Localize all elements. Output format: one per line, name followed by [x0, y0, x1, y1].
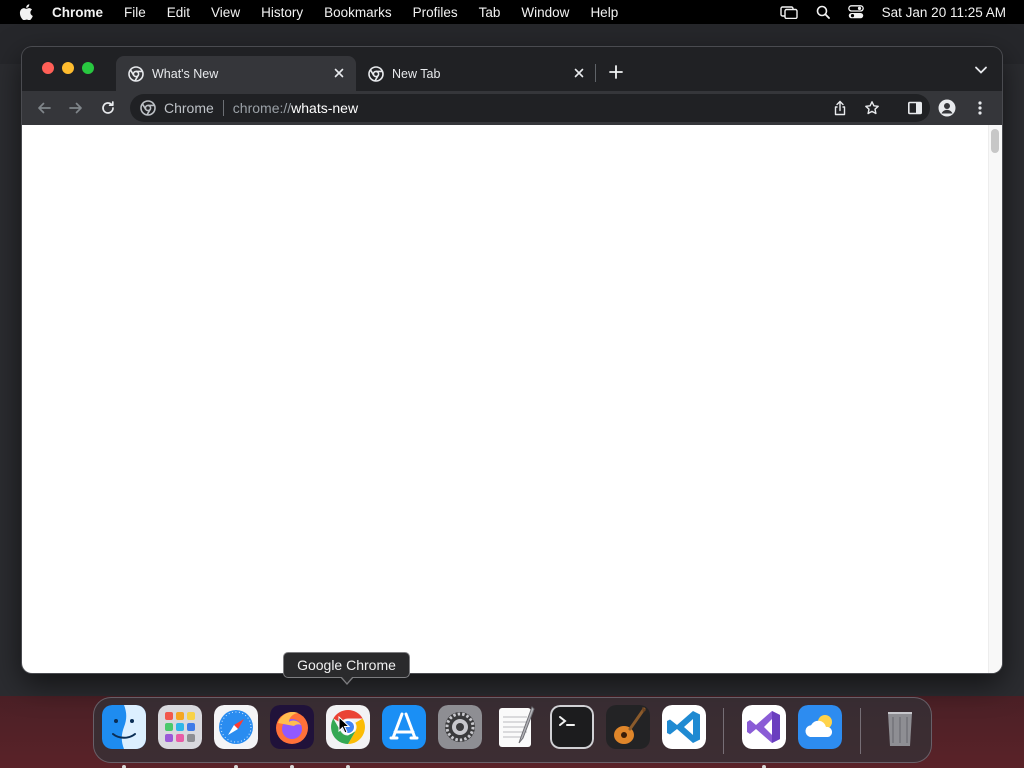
dock-item-system-settings[interactable] — [438, 705, 482, 749]
menu-tab[interactable]: Tab — [479, 5, 501, 20]
garageband-icon — [606, 705, 650, 749]
spotlight-search-icon[interactable] — [816, 5, 830, 19]
chrome-favicon-icon — [128, 65, 144, 82]
tab-new-tab[interactable]: New Tab — [356, 56, 596, 91]
dock-tooltip-arrow — [340, 676, 354, 685]
site-chip-label: Chrome — [164, 100, 214, 116]
menu-app-name[interactable]: Chrome — [52, 5, 103, 20]
side-panel-icon — [907, 101, 922, 115]
visual-studio-icon — [742, 705, 786, 749]
menu-window[interactable]: Window — [521, 5, 569, 20]
scrollbar[interactable] — [988, 125, 1002, 673]
dock-item-visual-studio[interactable] — [742, 705, 786, 768]
star-icon — [865, 101, 879, 115]
chrome-menu-button[interactable] — [970, 98, 990, 118]
dock-item-firefox[interactable] — [270, 705, 314, 768]
menu-profiles[interactable]: Profiles — [413, 5, 458, 20]
menu-edit[interactable]: Edit — [167, 5, 190, 20]
window-zoom-button[interactable] — [82, 62, 94, 74]
scrollbar-thumb[interactable] — [991, 129, 999, 153]
dock-item-weather[interactable] — [798, 705, 842, 749]
reload-icon — [102, 101, 114, 114]
dock — [93, 697, 932, 768]
reload-button[interactable] — [98, 98, 118, 118]
apple-icon — [19, 4, 33, 20]
apple-menu[interactable] — [0, 4, 52, 20]
tab-close-icon[interactable] — [572, 66, 586, 80]
control-center-icon[interactable] — [847, 5, 864, 19]
url-scheme: chrome:// — [232, 100, 292, 116]
app-store-icon — [382, 705, 426, 749]
dock-item-app-store[interactable] — [382, 705, 426, 749]
menu-bookmarks[interactable]: Bookmarks — [324, 5, 392, 20]
menu-view[interactable]: View — [211, 5, 240, 20]
screen-mirroring-icon[interactable] — [779, 5, 798, 19]
mouse-cursor-icon — [338, 716, 350, 734]
chrome-favicon-icon — [368, 65, 384, 82]
forward-button[interactable] — [66, 98, 86, 118]
tab-title: What's New — [152, 66, 219, 81]
finder-icon — [102, 705, 146, 749]
share-icon — [834, 100, 846, 116]
dock-item-terminal[interactable] — [550, 705, 594, 749]
dock-divider — [723, 708, 724, 754]
page-content[interactable] — [22, 125, 1002, 673]
dock-item-safari[interactable] — [214, 705, 258, 768]
dock-item-textedit[interactable] — [494, 705, 538, 749]
tab-close-icon[interactable] — [332, 66, 346, 80]
browser-toolbar: Chrome chrome://whats-new — [22, 91, 1002, 125]
profile-button[interactable] — [937, 98, 957, 118]
dock-item-garageband[interactable] — [606, 705, 650, 749]
back-button[interactable] — [34, 98, 54, 118]
share-button[interactable] — [830, 98, 850, 118]
menu-file[interactable]: File — [124, 5, 146, 20]
chrome-site-icon[interactable] — [140, 100, 156, 116]
menu-bar: Chrome File Edit View History Bookmarks … — [0, 0, 1024, 24]
address-bar[interactable]: Chrome chrome://whats-new — [130, 94, 930, 122]
plus-icon — [609, 65, 623, 79]
weather-icon — [798, 705, 842, 749]
back-arrow-icon — [38, 102, 51, 114]
trash-icon — [878, 705, 922, 749]
dock-tooltip: Google Chrome — [283, 652, 410, 678]
side-panel-button[interactable] — [905, 98, 925, 118]
profile-avatar-icon — [938, 99, 956, 117]
dock-item-visual-studio-code[interactable] — [662, 705, 706, 749]
safari-icon — [214, 705, 258, 749]
tab-title: New Tab — [392, 66, 441, 81]
launchpad-icon — [158, 705, 202, 749]
tab-whats-new[interactable]: What's New — [116, 56, 356, 91]
dock-item-trash[interactable] — [878, 705, 922, 749]
dock-divider — [860, 708, 861, 754]
tab-search-button[interactable] — [974, 65, 988, 75]
menu-clock[interactable]: Sat Jan 20 11:25 AM — [882, 5, 1006, 20]
dock-item-launchpad[interactable] — [158, 705, 202, 749]
system-settings-icon — [438, 705, 482, 749]
terminal-icon — [550, 705, 594, 749]
vscode-icon — [662, 705, 706, 749]
chevron-down-icon — [975, 66, 987, 74]
omnibox-divider — [222, 100, 224, 116]
tab-separator — [595, 64, 596, 82]
forward-arrow-icon — [69, 102, 82, 114]
firefox-icon — [270, 705, 314, 749]
tab-strip: What's New New Tab — [22, 47, 1002, 91]
textedit-icon — [494, 705, 538, 749]
menu-history[interactable]: History — [261, 5, 303, 20]
bookmark-button[interactable] — [862, 98, 882, 118]
dock-item-finder[interactable] — [102, 705, 146, 768]
url-host: whats-new — [291, 100, 359, 116]
new-tab-button[interactable] — [607, 63, 625, 81]
menu-help[interactable]: Help — [590, 5, 618, 20]
window-close-button[interactable] — [42, 62, 54, 74]
window-minimize-button[interactable] — [62, 62, 74, 74]
chrome-window: What's New New Tab Chrome chrome:// what… — [22, 47, 1002, 673]
kebab-menu-icon — [978, 101, 982, 115]
